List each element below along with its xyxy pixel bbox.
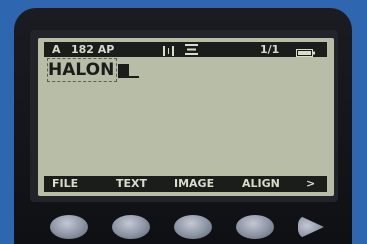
cursor-underline [128,76,139,78]
softkey-3-button[interactable] [174,215,212,239]
status-bar: A 182 AP 1/1 [44,42,327,57]
menu-file[interactable]: FILE [52,176,78,192]
page-indicator: 1/1 [260,43,280,56]
grid-icon [163,45,175,56]
softkey-menu: FILE TEXT IMAGE ALIGN > [44,176,327,192]
menu-next[interactable]: > [306,176,315,192]
menu-align[interactable]: ALIGN [242,176,280,192]
tape-info: 182 AP [71,43,115,56]
label-text[interactable]: HALON [48,60,114,80]
menu-text[interactable]: TEXT [116,176,147,192]
align-lines-icon [185,44,198,55]
softkey-4-button[interactable] [236,215,274,239]
softkey-1-button[interactable] [50,215,88,239]
menu-image[interactable]: IMAGE [174,176,214,192]
mode-indicator: A [52,43,61,56]
softkey-2-button[interactable] [112,215,150,239]
battery-icon [296,46,316,57]
